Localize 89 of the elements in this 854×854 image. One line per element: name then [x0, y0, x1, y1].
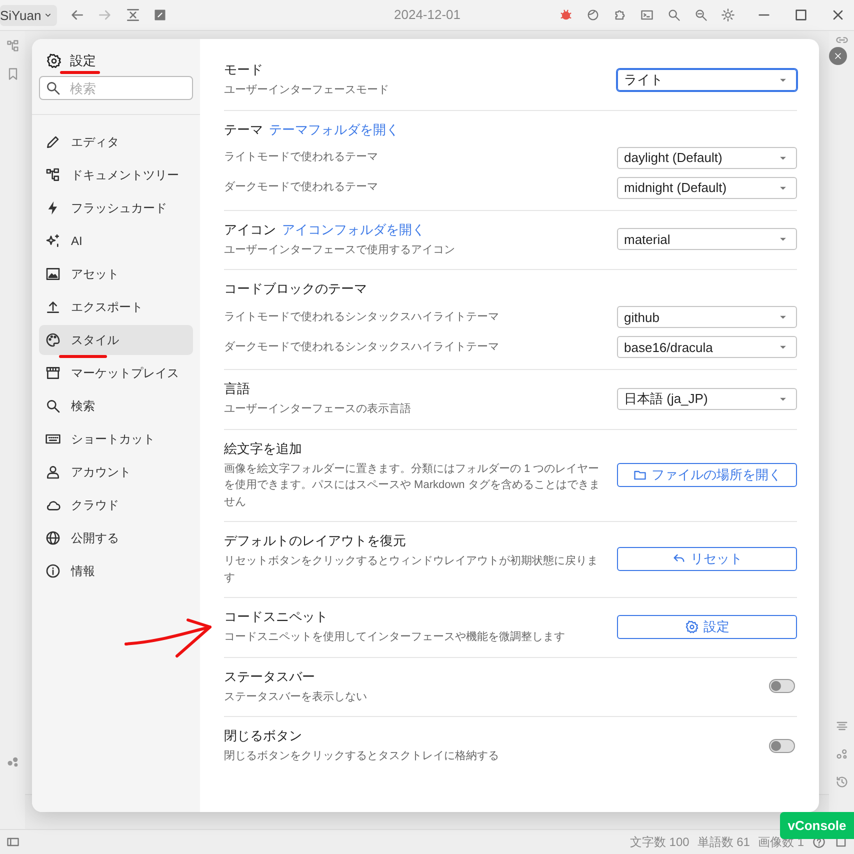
nav-item[interactable]: 情報: [39, 556, 193, 586]
terminal-icon[interactable]: [640, 8, 654, 22]
sun-icon[interactable]: [721, 8, 735, 22]
nav-item[interactable]: ショートカット: [39, 424, 193, 454]
description: 閉じるボタンをクリックするとタスクトレイに格納する: [224, 749, 500, 764]
panel-icon[interactable]: [6, 835, 20, 849]
folder-link[interactable]: テーマフォルダを開く: [269, 120, 399, 138]
action-button[interactable]: リセット: [617, 547, 797, 571]
annotation-underline: [60, 71, 100, 74]
select-field[interactable]: ライト: [617, 68, 797, 91]
select-field[interactable]: base16/dracula: [617, 336, 797, 358]
history-icon[interactable]: [834, 775, 848, 789]
bug-icon[interactable]: [559, 8, 573, 22]
nav-item[interactable]: AI: [39, 226, 193, 256]
section-title: モード: [224, 61, 264, 79]
upload-icon: [45, 299, 61, 315]
status-count: 単語数 61: [697, 834, 750, 850]
description: コードスニペットを使用してインターフェースや機能を微調整します: [224, 630, 566, 645]
note-icon[interactable]: [153, 8, 168, 22]
close-icon: [833, 51, 843, 61]
zoom-out-icon[interactable]: [694, 8, 708, 22]
search-icon: [45, 80, 61, 96]
section-title: コードスニペット: [224, 608, 329, 626]
nav-item[interactable]: アカウント: [39, 457, 193, 487]
section-title: 言語: [224, 380, 251, 398]
store-icon: [45, 365, 61, 381]
settings-icon: [46, 53, 62, 69]
workspace-menu[interactable]: SiYuan: [0, 4, 58, 26]
folder-link[interactable]: アイコンフォルダを開く: [282, 220, 425, 238]
section-title: アイコン: [224, 220, 276, 238]
nav-item[interactable]: クラウド: [39, 490, 193, 520]
collapse-icon[interactable]: [125, 7, 142, 23]
palette-icon: [45, 332, 61, 348]
section-title: テーマ: [224, 120, 263, 138]
graph-icon[interactable]: [6, 755, 20, 769]
select-field[interactable]: midnight (Default): [617, 176, 797, 198]
image-icon: [45, 266, 61, 282]
nav-item[interactable]: エクスポート: [39, 292, 193, 322]
settings-icon: [684, 620, 698, 634]
select-field[interactable]: github: [617, 306, 797, 328]
nav-item[interactable]: フラッシュカード: [39, 193, 193, 223]
globe-icon: [45, 530, 61, 546]
plugin-icon[interactable]: [613, 8, 627, 22]
section-title: デフォルトのレイアウトを復元: [224, 532, 407, 550]
description: ダークモードで使われるシンタックスハイライトテーマ: [224, 340, 500, 355]
outline-icon[interactable]: [834, 719, 848, 733]
select-field[interactable]: material: [617, 228, 797, 250]
tree-icon[interactable]: [6, 39, 20, 53]
action-button[interactable]: ファイルの場所を開く: [617, 462, 797, 487]
select-field[interactable]: 日本語 (ja_JP): [617, 388, 797, 410]
nav-item[interactable]: ドキュメントツリー: [39, 160, 193, 190]
nav-item[interactable]: エディタ: [39, 127, 193, 157]
action-button[interactable]: 設定: [617, 614, 797, 639]
description: ユーザーインターフェースモード: [224, 83, 390, 98]
description: ステータスバーを表示しない: [224, 690, 368, 704]
toggle-switch[interactable]: [769, 679, 795, 694]
section-title: ステータスバー: [224, 668, 316, 686]
search-icon: [45, 398, 61, 414]
document-title: 2024-12-01: [394, 7, 460, 22]
sparkle-icon: [45, 233, 61, 249]
select-field[interactable]: daylight (Default): [617, 146, 797, 168]
nav-item[interactable]: 検索: [39, 391, 193, 421]
nav-item[interactable]: スタイル: [39, 325, 193, 355]
description: リセットボタンをクリックするとウィンドウレイアウトが初期状態に戻ります: [224, 554, 599, 586]
description: ライトモードで使われるテーマ: [224, 150, 379, 166]
user-icon: [45, 464, 61, 480]
description: 画像を絵文字フォルダーに置きます。分類にはフォルダーの 1 つのレイヤーを使用できます。パスにはスペースや Markdown タグを含めることはできません: [224, 462, 601, 510]
nav-item[interactable]: アセット: [39, 259, 193, 289]
section-title: 閉じるボタン: [224, 727, 303, 745]
nav-item[interactable]: 公開する: [39, 523, 193, 553]
pencil-icon: [45, 134, 61, 150]
section-title: コードブロックのテーマ: [224, 280, 368, 298]
description: ライトモードで使われるシンタックスハイライトテーマ: [224, 310, 500, 325]
description: ユーザーインターフェースで使用するアイコン: [224, 242, 456, 258]
annotation-underline: [59, 355, 107, 358]
tree-icon: [45, 167, 61, 183]
search-icon[interactable]: [667, 8, 681, 22]
description: ユーザーインターフェースの表示言語: [224, 402, 412, 417]
maximize-icon[interactable]: [793, 7, 809, 23]
info-icon: [45, 563, 61, 579]
account-icon[interactable]: [586, 8, 600, 22]
graph-icon[interactable]: [834, 747, 848, 761]
search-field[interactable]: 検索: [39, 76, 193, 100]
description: ダークモードで使われるテーマ: [224, 180, 379, 196]
dialog-title: 設定: [70, 52, 96, 70]
status-count: 文字数 100: [630, 834, 690, 850]
toggle-switch[interactable]: [769, 738, 795, 753]
nav-item[interactable]: マーケットプレイス: [39, 358, 193, 388]
section-title: 絵文字を追加: [224, 440, 303, 458]
